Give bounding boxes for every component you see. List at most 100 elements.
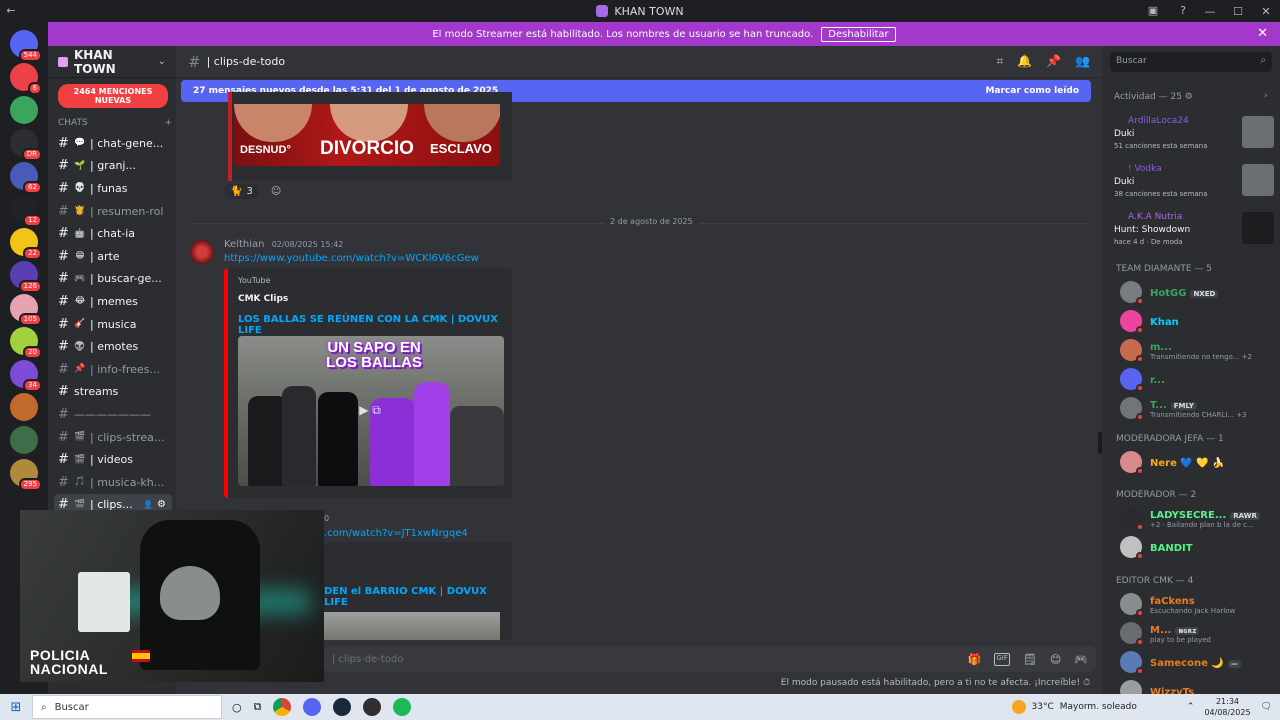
- avatar[interactable]: [1120, 651, 1144, 675]
- sticker-icon[interactable]: 🗒: [1023, 653, 1037, 666]
- server-icon[interactable]: 20: [10, 327, 42, 359]
- member-section-header[interactable]: EDITOR CMK — 4: [1116, 576, 1193, 586]
- back-icon[interactable]: ←: [4, 4, 18, 18]
- server-icon[interactable]: 295: [10, 459, 42, 491]
- reaction-chip[interactable]: 🐈 3: [224, 184, 259, 199]
- cortana-icon[interactable]: ○: [232, 701, 242, 714]
- server-icon[interactable]: 62: [10, 162, 42, 194]
- clock[interactable]: 21:34 04/08/2025: [1204, 696, 1250, 718]
- embed-author[interactable]: CMK Clips: [238, 294, 288, 304]
- task-view-icon[interactable]: ⧉: [254, 700, 262, 714]
- avatar[interactable]: [1120, 593, 1144, 617]
- category-chats[interactable]: CHATS +: [48, 112, 176, 132]
- gift-icon[interactable]: 🎁: [968, 653, 982, 666]
- avatar[interactable]: [1120, 310, 1144, 334]
- chrome-icon[interactable]: [273, 698, 292, 716]
- video-thumbnail[interactable]: UN SAPO EN LOS BALLAS ▶ ⧉: [238, 336, 504, 486]
- author-name[interactable]: Kelthian: [224, 239, 265, 250]
- server-icon[interactable]: DR: [10, 129, 42, 161]
- channel-item[interactable]: # 😁 | arte: [48, 245, 176, 268]
- member-item[interactable]: T... FMLY Transmitiendo CHARLI... +3: [1120, 396, 1276, 421]
- server-icon[interactable]: [10, 393, 38, 421]
- embed-title[interactable]: DEN el BARRIO CMK | DOVUX LIFE: [324, 586, 512, 608]
- member-item[interactable]: M... ɴɢʀᴢ play to be played: [1120, 621, 1276, 646]
- message-input[interactable]: | clips-de-todo: [332, 654, 968, 665]
- gear-icon[interactable]: ⚙: [1185, 92, 1193, 102]
- close-banner-icon[interactable]: ✕: [1257, 26, 1268, 41]
- close-window-button[interactable]: ✕: [1252, 5, 1280, 18]
- channel-item[interactable]: # 📌 | info-frees...: [48, 358, 176, 381]
- member-item[interactable]: faCkens Escuchando Jack Harlow: [1120, 592, 1276, 617]
- avatar[interactable]: [1120, 368, 1144, 392]
- minimize-button[interactable]: —: [1196, 5, 1224, 18]
- member-item[interactable]: Khan: [1120, 309, 1276, 334]
- member-item[interactable]: Samecone 🌙 —: [1120, 650, 1276, 675]
- server-icon[interactable]: 126: [10, 261, 42, 293]
- channel-item[interactable]: # streams: [48, 381, 176, 404]
- channel-item[interactable]: # 🎬 | videos: [48, 448, 176, 471]
- avatar[interactable]: [1120, 397, 1144, 421]
- chevron-down-icon[interactable]: ⌄: [158, 56, 166, 67]
- notifications-icon[interactable]: 🗨: [1261, 702, 1272, 712]
- channel-item[interactable]: # 😂 | memes: [48, 290, 176, 313]
- add-member-icon[interactable]: 👤: [143, 500, 153, 509]
- chevron-right-icon[interactable]: ›: [1264, 91, 1268, 101]
- avatar[interactable]: [1120, 451, 1144, 475]
- spotify-icon[interactable]: [393, 698, 412, 716]
- message-composer[interactable]: | clips-de-todo 🎁 GIF 🗒 😊 🎮: [324, 646, 1096, 672]
- activity-card[interactable]: ArdillaLoca24 Duki 51 canciones esta seman…: [1114, 116, 1274, 160]
- embed-thumbnail-top[interactable]: DESNUD° DIVORCIO ESCLAVO: [234, 104, 500, 166]
- member-item[interactable]: LADYSECRE... RAWR +2 · Bailando plan b la …: [1120, 506, 1276, 531]
- activity-header[interactable]: Actividad — 25 ⚙ ›: [1114, 91, 1268, 102]
- channel-item[interactable]: # ———————: [48, 403, 176, 426]
- member-item[interactable]: Nere 💙 💛 🍌: [1120, 450, 1276, 475]
- add-channel-icon[interactable]: +: [164, 118, 172, 128]
- server-icon[interactable]: 544: [10, 30, 42, 62]
- server-icon[interactable]: 105: [10, 294, 42, 326]
- obs-icon[interactable]: [363, 698, 382, 716]
- server-icon[interactable]: 34: [10, 360, 42, 392]
- gif-icon[interactable]: GIF: [994, 652, 1010, 666]
- channel-item[interactable]: # 👽 | emotes: [48, 335, 176, 358]
- server-icon[interactable]: 6: [10, 63, 42, 95]
- gear-icon[interactable]: ⚙: [157, 499, 166, 510]
- bell-icon[interactable]: 🔔: [1017, 54, 1032, 69]
- avatar[interactable]: [1120, 281, 1144, 305]
- member-section-header[interactable]: MODERADOR — 2: [1116, 490, 1196, 500]
- channel-item[interactable]: # 🎸 | musica: [48, 313, 176, 336]
- embed-title[interactable]: LOS BALLAS SE REÚNEN CON LA CMK | DOVUX …: [238, 314, 512, 336]
- server-icon[interactable]: 12: [10, 195, 42, 227]
- tray-chevron-icon[interactable]: ⌃: [1187, 702, 1195, 712]
- add-reaction-icon[interactable]: ☺: [265, 184, 287, 199]
- server-icon[interactable]: [10, 96, 38, 124]
- message-link[interactable]: .com/watch?v=JT1xwNrgqe4: [324, 528, 468, 539]
- activities-icon[interactable]: 🎮: [1074, 653, 1088, 666]
- steam-icon[interactable]: [333, 698, 352, 716]
- server-icon[interactable]: [10, 426, 38, 454]
- video-thumbnail[interactable]: [324, 612, 500, 640]
- channel-item[interactable]: # 💬 | chat-gene...: [48, 132, 176, 155]
- channel-item[interactable]: # 💀 | funas: [48, 177, 176, 200]
- taskbar-search[interactable]: ⌕ Buscar: [32, 695, 222, 719]
- member-item[interactable]: HotGG NXED: [1120, 280, 1276, 305]
- activity-card[interactable]: A.K.A Nutria Hunt: Showdown hace 4 d · De …: [1114, 212, 1274, 256]
- avatar[interactable]: [1120, 622, 1144, 646]
- weather-widget[interactable]: 33°C Mayorm. soleado: [1011, 700, 1137, 714]
- disable-streamer-button[interactable]: Deshabilitar: [821, 26, 896, 42]
- search-input[interactable]: Buscar ⌕: [1110, 52, 1272, 72]
- member-section-header[interactable]: MODERADORA JEFA — 1: [1116, 434, 1224, 444]
- avatar[interactable]: [1120, 536, 1144, 560]
- maximize-button[interactable]: ☐: [1224, 5, 1252, 18]
- avatar[interactable]: [1120, 339, 1144, 363]
- server-icon[interactable]: 22: [10, 228, 42, 260]
- channel-item[interactable]: # 🤖 | chat-ia: [48, 222, 176, 245]
- guild-header[interactable]: KHAN TOWN ⌄: [48, 46, 176, 78]
- members-icon[interactable]: 👥: [1075, 54, 1090, 69]
- member-item[interactable]: BANDIT: [1120, 535, 1276, 560]
- channel-item[interactable]: # 🌱 | granj...: [48, 155, 176, 178]
- emoji-icon[interactable]: 😊: [1050, 653, 1061, 666]
- discord-icon[interactable]: [303, 698, 322, 716]
- member-item[interactable]: r...: [1120, 367, 1276, 392]
- channel-item[interactable]: # 🎵 | musica-kh...: [48, 471, 176, 494]
- new-mentions-pill[interactable]: 2464 MENCIONES NUEVAS: [58, 84, 168, 108]
